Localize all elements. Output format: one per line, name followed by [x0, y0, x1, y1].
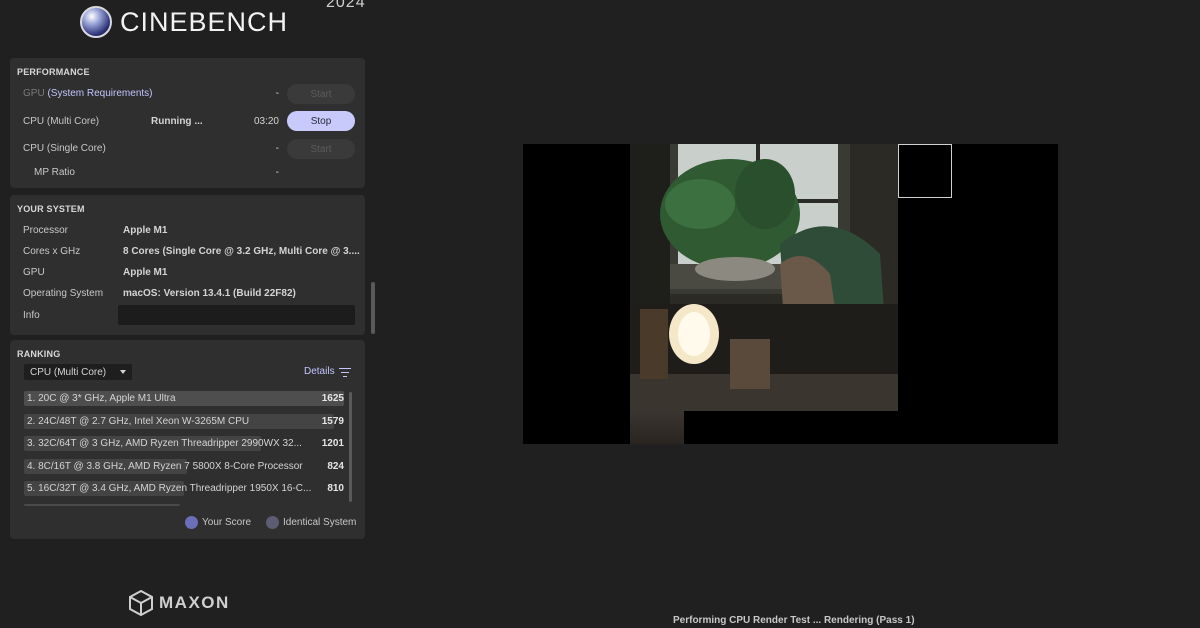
cpu-multi-status: Running ...: [151, 116, 203, 127]
ranking-row[interactable]: 2. 24C/48T @ 2.7 GHz, Intel Xeon W-3265M…: [24, 414, 344, 429]
ranking-row[interactable]: 4. 8C/16T @ 3.8 GHz, AMD Ryzen 7 5800X 8…: [24, 459, 344, 474]
cpu-multi-label: CPU (Multi Core): [23, 116, 100, 127]
app-year: 2024: [326, 0, 366, 11]
cores-value: 8 Cores (Single Core @ 3.2 GHz, Multi Co…: [123, 246, 360, 257]
ranking-title: RANKING: [17, 349, 61, 359]
info-label: Info: [23, 310, 40, 321]
ranking-type-select[interactable]: CPU (Multi Core): [24, 364, 132, 380]
gpu-value: Apple M1: [123, 267, 168, 278]
maxon-logo: MAXON: [128, 590, 230, 616]
performance-panel: PERFORMANCE GPU (System Requirements) - …: [10, 58, 365, 188]
system-requirements-link[interactable]: (System Requirements): [47, 88, 152, 99]
ranking-type-value: CPU (Multi Core): [30, 366, 107, 378]
ranking-score: 810: [327, 483, 344, 494]
legend-identical-label: Identical System: [283, 517, 357, 528]
mp-ratio-label: MP Ratio: [34, 167, 75, 178]
ranking-score: 1201: [321, 438, 344, 449]
ranking-row[interactable]: 1. 20C @ 3* GHz, Apple M1 Ultra 1625: [24, 391, 344, 406]
identical-system-dot-icon: [266, 516, 279, 529]
legend-your-score: Your Score: [185, 516, 251, 529]
ranking-horizontal-scrollbar[interactable]: [24, 504, 180, 506]
ranking-panel: RANKING CPU (Multi Core) Details 1. 20C …: [10, 340, 365, 539]
ranking-label: 4. 8C/16T @ 3.8 GHz, AMD Ryzen 7 5800X 8…: [27, 461, 303, 472]
render-active-bucket: [898, 144, 952, 198]
ranking-label: 5. 16C/32T @ 3.4 GHz, AMD Ryzen Threadri…: [27, 483, 312, 494]
cinebench-sphere-icon: [80, 6, 112, 38]
render-image: [630, 144, 898, 411]
processor-label: Processor: [23, 225, 69, 236]
ranking-score: 1625: [321, 393, 344, 404]
ranking-score: 1579: [321, 416, 344, 427]
legend-your-score-label: Your Score: [202, 517, 252, 528]
cpu-multi-stop-button[interactable]: Stop: [287, 111, 355, 131]
ranking-row[interactable]: 5. 16C/32T @ 3.4 GHz, AMD Ryzen Threadri…: [24, 481, 344, 496]
cpu-single-time: -: [275, 143, 279, 154]
os-value: macOS: Version 13.4.1 (Build 22F82): [123, 288, 296, 299]
render-status-text: Performing CPU Render Test ... Rendering…: [673, 615, 915, 626]
cinebench-logo: CINEBENCH: [80, 5, 288, 39]
your-system-panel: YOUR SYSTEM Processor Apple M1 Cores x G…: [10, 195, 365, 335]
system-title: YOUR SYSTEM: [17, 204, 85, 214]
app-title: CINEBENCH: [120, 6, 289, 37]
os-label: Operating System: [23, 288, 104, 299]
cpu-multi-time: 03:20: [253, 116, 279, 127]
footer-brand: MAXON: [159, 593, 230, 612]
your-score-dot-icon: [185, 516, 198, 529]
cpu-single-start-button[interactable]: Start: [287, 139, 355, 159]
info-field[interactable]: [118, 305, 355, 325]
ranking-label: 2. 24C/48T @ 2.7 GHz, Intel Xeon W-3265M…: [27, 416, 250, 427]
ranking-score: 824: [327, 461, 344, 472]
gpu-label: GPU: [23, 88, 45, 99]
ranking-label: 3. 32C/64T @ 3 GHz, AMD Ryzen Threadripp…: [27, 438, 302, 449]
mp-ratio-value: -: [275, 167, 279, 178]
ranking-row[interactable]: 3. 32C/64T @ 3 GHz, AMD Ryzen Threadripp…: [24, 436, 344, 451]
legend-identical-system: Identical System: [266, 516, 356, 529]
render-scene-illustration: [630, 144, 898, 411]
render-partial-bucket: [630, 411, 684, 444]
chevron-down-icon: [120, 370, 126, 374]
sidebar-scrollbar[interactable]: [371, 282, 375, 334]
gpu-time: -: [275, 88, 279, 99]
performance-title: PERFORMANCE: [17, 67, 90, 77]
cores-label: Cores x GHz: [23, 246, 81, 257]
ranking-vertical-scrollbar[interactable]: [349, 392, 352, 502]
maxon-cube-icon: [129, 590, 153, 616]
details-button[interactable]: Details: [304, 366, 335, 377]
ranking-label: 1. 20C @ 3* GHz, Apple M1 Ultra: [27, 393, 176, 404]
cpu-single-label: CPU (Single Core): [23, 143, 106, 154]
gpu-label: GPU: [23, 267, 45, 278]
perf-row-gpu: GPU (System Requirements): [23, 88, 152, 99]
processor-value: Apple M1: [123, 225, 168, 236]
gpu-start-button[interactable]: Start: [287, 84, 355, 104]
filter-icon[interactable]: [339, 368, 351, 377]
